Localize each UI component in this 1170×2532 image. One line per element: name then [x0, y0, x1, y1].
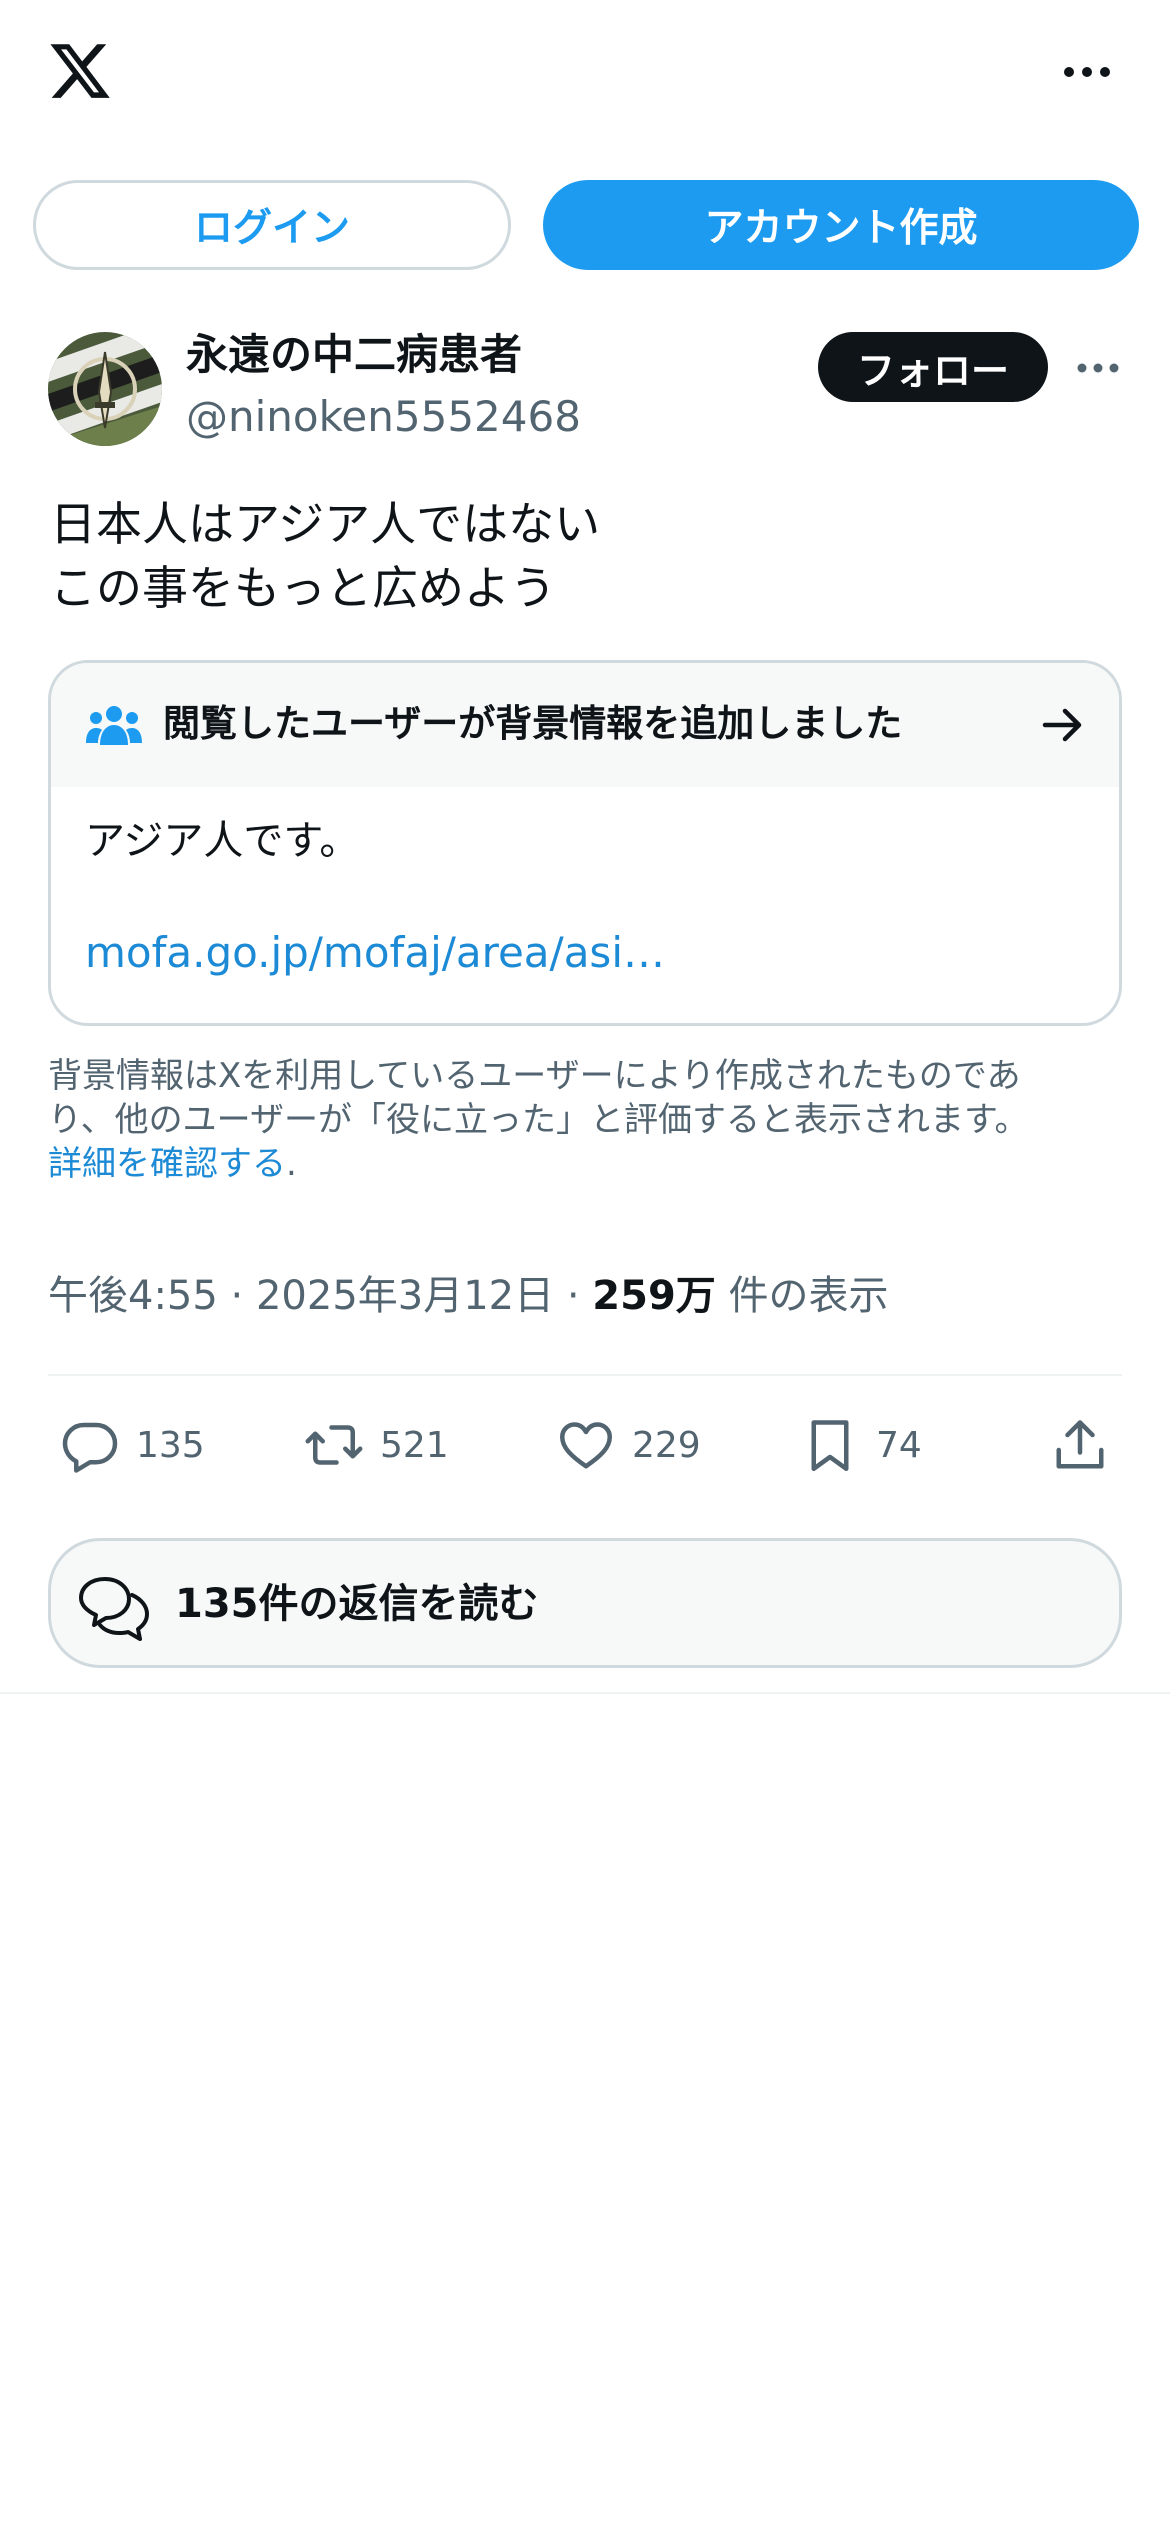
- more-horizontal-icon[interactable]: [1076, 360, 1120, 376]
- tweet-text-line: この事をもっと広めよう: [50, 561, 556, 615]
- user-handle[interactable]: @ninoken5552468: [186, 388, 581, 446]
- read-replies-button[interactable]: 135件の返信を読む: [48, 1538, 1122, 1668]
- reply-icon: [62, 1422, 118, 1473]
- disclaimer-line: り、他のユーザーが「役に立った」と評価すると表示されます。: [48, 1100, 1029, 1140]
- learn-more-suffix: .: [286, 1144, 297, 1184]
- community-note-title: 閲覧したユーザーが背景情報を追加しました: [163, 702, 903, 745]
- bookmark-count: 74: [876, 1424, 922, 1466]
- login-button[interactable]: ログイン: [33, 180, 511, 270]
- tweet-text-line: 日本人はアジア人ではない: [50, 497, 601, 551]
- retweet-button[interactable]: 521: [304, 1410, 449, 1480]
- share-icon: [1056, 1420, 1104, 1469]
- like-count: 229: [632, 1424, 701, 1466]
- community-note-text: アジア人です。: [85, 818, 360, 864]
- learn-more-link[interactable]: 詳細を確認する: [48, 1144, 286, 1184]
- divider: [48, 1374, 1122, 1376]
- like-button[interactable]: 229: [556, 1410, 701, 1480]
- retweet-icon: [305, 1425, 363, 1465]
- meta-separator: ·: [230, 1273, 244, 1319]
- tweet-time[interactable]: 午後4:55: [48, 1273, 218, 1319]
- bookmark-icon: [811, 1420, 849, 1471]
- meta-separator: ·: [566, 1273, 580, 1319]
- community-note-header[interactable]: 閲覧したユーザーが背景情報を追加しました: [51, 663, 1119, 787]
- more-horizontal-icon[interactable]: [1062, 62, 1112, 82]
- views-count: 259万: [592, 1273, 716, 1319]
- views-label: 件の表示: [728, 1273, 889, 1319]
- community-note-link[interactable]: mofa.go.jp/mofaj/area/asi…: [85, 925, 665, 981]
- avatar-image: [48, 332, 162, 446]
- community-note-disclaimer: 背景情報はXを利用しているユーザーにより作成されたものであ り、他のユーザーが「…: [48, 1054, 1128, 1186]
- share-button[interactable]: [1050, 1410, 1126, 1480]
- reply-button[interactable]: 135: [60, 1410, 205, 1480]
- tweet-text: 日本人はアジア人ではない この事をもっと広めよう: [50, 492, 1130, 620]
- display-name[interactable]: 永遠の中二病患者: [186, 326, 522, 384]
- community-note-card: 閲覧したユーザーが背景情報を追加しました アジア人です。 mofa.go.jp/…: [48, 660, 1122, 1026]
- retweet-count: 521: [380, 1424, 449, 1466]
- x-logo-icon[interactable]: [46, 38, 114, 104]
- create-account-button[interactable]: アカウント作成: [543, 180, 1139, 270]
- reply-count: 135: [136, 1424, 205, 1466]
- tweet-date[interactable]: 2025年3月12日: [256, 1273, 554, 1319]
- arrow-right-icon[interactable]: [1041, 703, 1085, 747]
- avatar[interactable]: [48, 332, 162, 446]
- bookmark-button[interactable]: 74: [800, 1410, 922, 1480]
- heart-icon: [560, 1422, 612, 1469]
- follow-button[interactable]: フォロー: [818, 332, 1048, 402]
- chat-bubbles-icon: [79, 1577, 149, 1641]
- read-replies-label: 135件の返信を読む: [175, 1581, 539, 1627]
- tweet-meta: 午後4:55 · 2025年3月12日 · 259万 件の表示: [48, 1268, 889, 1324]
- disclaimer-line: 背景情報はXを利用しているユーザーにより作成されたものであ: [48, 1056, 1021, 1096]
- divider: [0, 1692, 1170, 1694]
- people-icon: [86, 706, 142, 745]
